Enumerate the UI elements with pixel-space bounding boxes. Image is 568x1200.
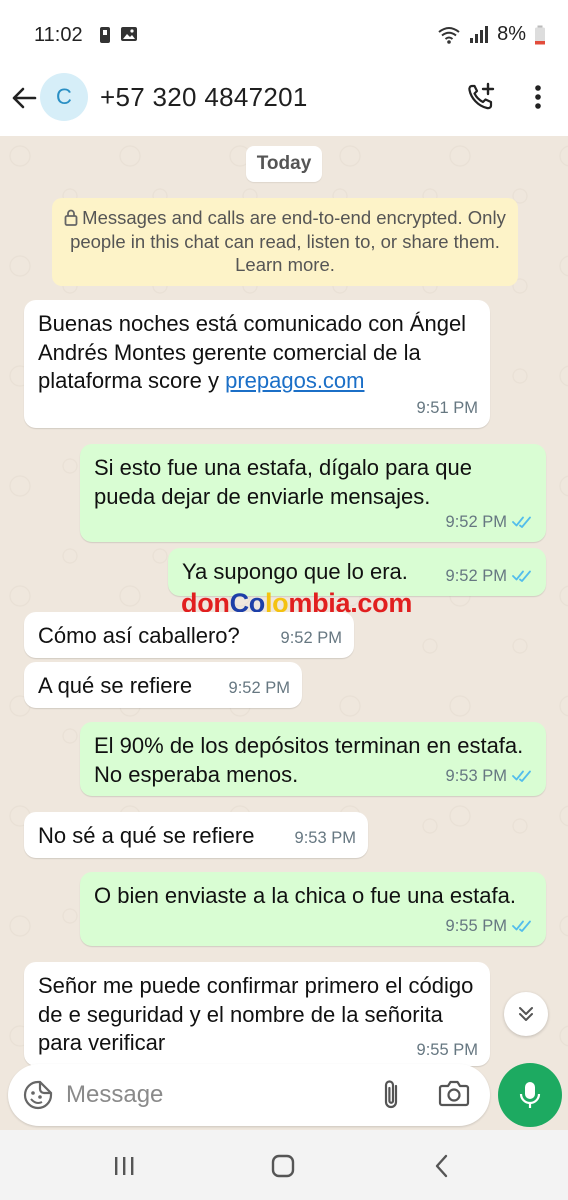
message-link[interactable]: prepagos.com — [225, 368, 364, 393]
message-text: O bien enviaste a la chica o fue una est… — [94, 883, 516, 908]
message-incoming[interactable]: No sé a qué se refiere 9:53 PM — [24, 812, 368, 858]
camera-button[interactable] — [438, 1078, 472, 1112]
status-time: 11:02 — [34, 24, 83, 46]
more-options-button[interactable] — [526, 80, 550, 114]
scroll-to-bottom-button[interactable] — [504, 992, 548, 1036]
encryption-notice[interactable]: Messages and calls are end-to-end encryp… — [52, 198, 518, 286]
double-check-icon — [512, 516, 531, 529]
message-composer — [8, 1064, 490, 1126]
message-incoming[interactable]: A qué se refiere 9:52 PM — [24, 662, 302, 708]
wifi-icon — [438, 26, 460, 44]
add-call-button[interactable] — [464, 80, 498, 114]
message-text: No sé a qué se refiere — [38, 823, 255, 848]
double-check-icon — [512, 920, 531, 933]
battery-level: 8% — [497, 23, 526, 45]
double-check-icon — [512, 770, 531, 783]
message-text: A qué se refiere — [38, 673, 193, 698]
message-text: Cómo así caballero? — [38, 623, 240, 648]
battery-icon — [535, 25, 545, 44]
message-meta: 9:53 PM — [446, 762, 534, 791]
home-button[interactable] — [268, 1152, 298, 1180]
attach-button[interactable] — [376, 1078, 408, 1112]
status-bar: 11:02 8% — [0, 0, 568, 70]
message-meta: 9:55 PM — [446, 912, 534, 941]
message-time: 9:52 PM — [445, 512, 507, 531]
chevrons-down-icon — [519, 1007, 533, 1021]
message-time: 9:51 PM — [416, 398, 478, 417]
home-icon — [271, 1154, 295, 1178]
nav-back-button[interactable] — [426, 1152, 456, 1180]
message-text: Señor me puede confirmar primero el códi… — [38, 973, 474, 1055]
message-incoming[interactable]: Buenas noches está comunicado con Ángel … — [24, 300, 490, 428]
camera-icon — [438, 1080, 470, 1107]
message-meta: 9:52 PM — [446, 562, 534, 591]
recents-button[interactable] — [109, 1152, 139, 1180]
message-outgoing[interactable]: El 90% de los depósitos terminan en esta… — [80, 722, 546, 796]
system-nav-bar — [0, 1130, 568, 1200]
contact-name[interactable]: +57 320 4847201 — [100, 82, 308, 113]
image-notification-icon — [121, 27, 137, 41]
status-system-icons: 8% — [437, 23, 546, 46]
message-input[interactable] — [66, 1078, 366, 1112]
back-icon — [435, 1154, 448, 1178]
mic-icon — [519, 1082, 541, 1108]
date-chip: Today — [246, 146, 322, 182]
message-time: 9:53 PM — [445, 766, 507, 785]
double-check-icon — [512, 570, 531, 583]
message-incoming[interactable]: Cómo así caballero? 9:52 PM — [24, 612, 354, 658]
message-time: 9:52 PM — [280, 628, 342, 647]
emoji-button[interactable] — [22, 1079, 54, 1111]
encryption-text: Messages and calls are end-to-end encryp… — [70, 207, 506, 275]
add-call-icon — [468, 82, 495, 110]
avatar[interactable]: C — [40, 73, 88, 121]
back-button[interactable] — [8, 82, 40, 114]
attach-icon — [384, 1080, 398, 1109]
emoji-icon — [23, 1080, 53, 1110]
message-time: 9:52 PM — [445, 566, 507, 585]
message-time: 9:55 PM — [445, 916, 507, 935]
message-text: Ya supongo que lo era. — [182, 559, 408, 584]
chat-header: C +57 320 4847201 — [0, 70, 568, 136]
signal-icon — [470, 25, 489, 43]
message-outgoing[interactable]: O bien enviaste a la chica o fue una est… — [80, 872, 546, 946]
message-incoming[interactable]: Señor me puede confirmar primero el códi… — [24, 962, 490, 1066]
more-vertical-icon — [535, 85, 541, 109]
message-time: 9:53 PM — [294, 828, 356, 847]
lock-icon — [64, 209, 78, 226]
message-outgoing[interactable]: Si esto fue una estafa, dígalo para que … — [80, 444, 546, 542]
voice-message-button[interactable] — [498, 1063, 562, 1127]
status-notification-icons — [98, 25, 138, 45]
recents-icon — [115, 1157, 134, 1175]
back-arrow-icon — [12, 87, 37, 109]
message-time: 9:55 PM — [416, 1040, 478, 1059]
message-meta: 9:52 PM — [446, 508, 534, 537]
lock-notification-icon — [100, 27, 110, 43]
message-time: 9:52 PM — [228, 678, 290, 697]
chat-area[interactable]: Today Messages and calls are end-to-end … — [0, 136, 568, 1130]
message-text: Si esto fue una estafa, dígalo para que … — [94, 455, 472, 509]
